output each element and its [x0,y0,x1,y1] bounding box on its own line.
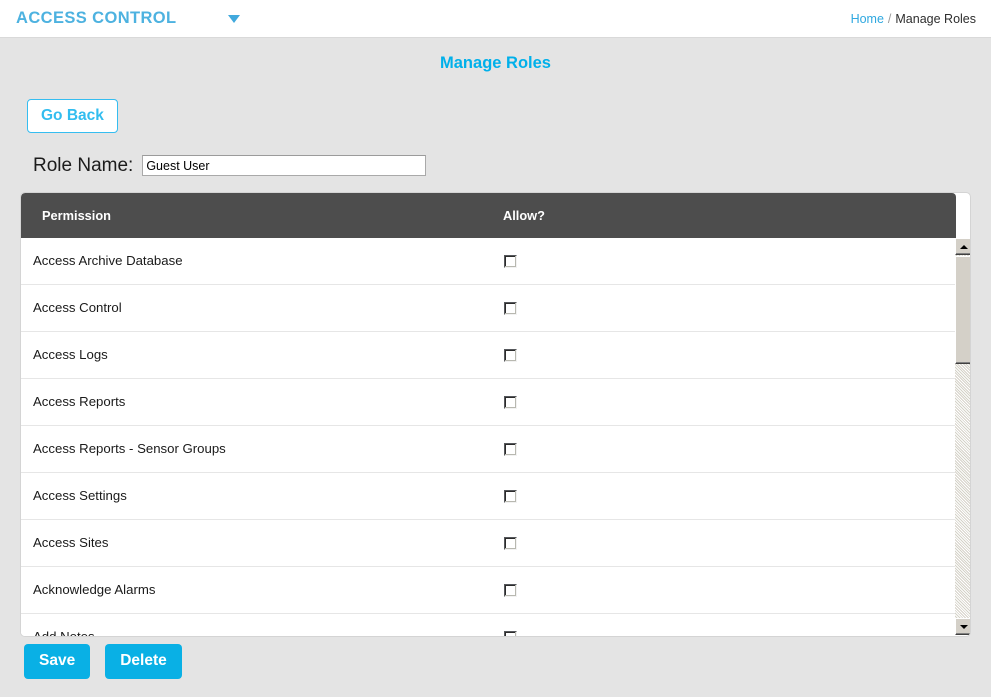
table-row[interactable]: Access Logs [21,332,956,379]
permission-label: Access Control [33,300,122,316]
table-scrollbar[interactable] [955,238,970,635]
scroll-up-button[interactable] [955,238,970,255]
permission-label: Access Reports [33,394,126,410]
allow-cell [504,473,517,519]
allow-checkbox[interactable] [504,395,517,409]
allow-checkbox[interactable] [504,583,517,597]
breadcrumb-home-link[interactable]: Home [851,11,884,25]
table-header-row: Permission Allow? [21,193,956,238]
allow-cell [504,520,517,566]
role-name-label: Role Name: [33,155,134,176]
triangle-up-icon [959,244,968,249]
table-row[interactable]: Access Reports [21,379,956,426]
permission-label: Add Notes [33,629,95,637]
role-name-input[interactable] [142,155,427,176]
permissions-table: Permission Allow? Access Archive Databas… [21,193,956,636]
table-row[interactable]: Access Reports - Sensor Groups [21,426,956,473]
table-row[interactable]: Access Settings [21,473,956,520]
allow-checkbox[interactable] [504,536,517,550]
top-navbar: ACCESS CONTROL Home / Manage Roles [0,0,991,38]
column-header-permission: Permission [42,208,111,223]
allow-cell [504,238,517,284]
permission-label: Access Reports - Sensor Groups [33,441,226,457]
table-row[interactable]: Access Archive Database [21,238,956,285]
permissions-panel: Permission Allow? Access Archive Databas… [20,192,971,637]
allow-checkbox[interactable] [504,489,517,503]
allow-cell [504,426,517,472]
allow-checkbox[interactable] [504,442,517,456]
table-row[interactable]: Acknowledge Alarms [21,567,956,614]
permission-label: Access Logs [33,347,108,363]
scrollbar-thumb[interactable] [955,256,970,364]
permission-label: Access Settings [33,488,127,504]
delete-button[interactable]: Delete [105,644,182,679]
table-row[interactable]: Access Sites [21,520,956,567]
permission-label: Access Archive Database [33,253,183,269]
breadcrumb: Home / Manage Roles [851,12,976,25]
chevron-down-icon[interactable] [227,14,240,23]
allow-cell [504,567,517,613]
allow-cell [504,379,517,425]
toolbar: Go Back [0,98,991,133]
page-title: Manage Roles [440,54,551,72]
allow-cell [504,285,517,331]
role-name-field-group: Role Name: [0,155,991,176]
breadcrumb-current: Manage Roles [895,11,976,26]
table-row[interactable]: Access Control [21,285,956,332]
allow-checkbox[interactable] [504,348,517,362]
allow-checkbox[interactable] [504,630,517,636]
table-body: Access Archive Database Access Control A… [21,238,956,637]
footer-actions: Save Delete [24,644,182,679]
triangle-down-icon [959,624,968,629]
allow-checkbox[interactable] [504,301,517,315]
go-back-button[interactable]: Go Back [27,98,118,133]
permission-label: Access Sites [33,535,109,551]
table-row[interactable]: Add Notes [21,614,956,637]
save-button[interactable]: Save [24,644,91,679]
breadcrumb-separator: / [887,11,892,26]
allow-checkbox[interactable] [504,254,517,268]
scroll-down-button[interactable] [955,618,970,635]
permission-label: Acknowledge Alarms [33,582,156,598]
allow-cell [504,614,517,636]
allow-cell [504,332,517,378]
column-header-allow: Allow? [503,208,545,223]
brand-title[interactable]: ACCESS CONTROL [16,10,177,27]
